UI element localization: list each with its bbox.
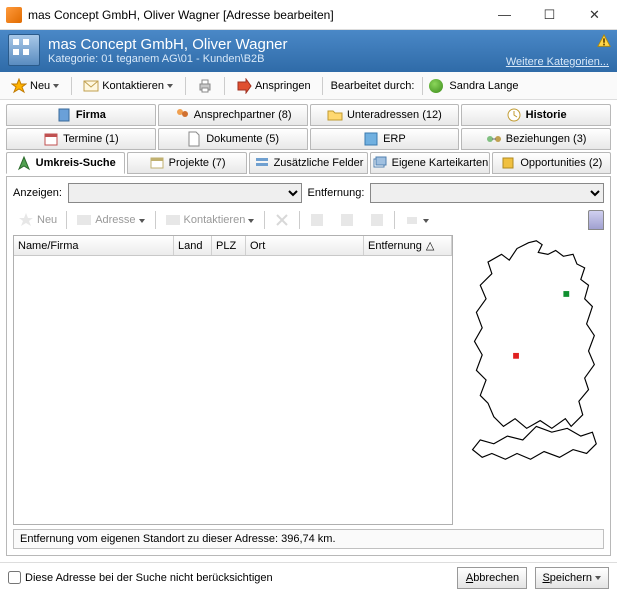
jump-button[interactable]: Anspringen (231, 75, 316, 97)
sub-action1-button[interactable] (304, 209, 330, 231)
maximize-button[interactable]: ☐ (527, 0, 572, 29)
clock-icon (506, 107, 522, 123)
contact-button[interactable]: Kontaktieren (78, 75, 179, 97)
tab-firma[interactable]: Firma (6, 104, 156, 126)
sub-print-button[interactable] (399, 209, 435, 231)
col-city[interactable]: Ort (246, 236, 364, 255)
sub-action3-button[interactable] (364, 209, 390, 231)
show-label: Anzeigen: (13, 187, 62, 199)
pin-handle[interactable] (588, 210, 604, 230)
star-icon (18, 212, 34, 228)
tab-documents[interactable]: Dokumente (5) (158, 128, 308, 150)
show-select[interactable] (68, 183, 302, 203)
col-distance[interactable]: Entfernung△ (364, 236, 452, 255)
cards-icon (372, 155, 388, 171)
distance-select[interactable] (370, 183, 604, 203)
results-table: Name/Firma Land PLZ Ort Entfernung△ (13, 235, 453, 525)
col-name[interactable]: Name/Firma (14, 236, 174, 255)
content-area: Firma Ansprechpartner (8) Unteradressen … (0, 100, 617, 562)
record-category: Kategorie: 01 teganem AG\01 - Kunden\B2B (48, 53, 288, 65)
exclude-checkbox-label[interactable]: Diese Adresse bei der Suche nicht berück… (8, 571, 273, 584)
fields-icon (254, 155, 270, 171)
main-toolbar: Neu Kontaktieren Anspringen Bearbeitet d… (0, 72, 617, 100)
tab-extra-fields[interactable]: Zusätzliche Felder (249, 152, 368, 174)
edited-by-user: Sandra Lange (449, 80, 518, 92)
tab-contacts[interactable]: Ansprechpartner (8) (158, 104, 308, 126)
relation-icon (486, 131, 502, 147)
record-header: mas Concept GmbH, Oliver Wagner Kategori… (0, 30, 617, 72)
col-country[interactable]: Land (174, 236, 212, 255)
titlebar: mas Concept GmbH, Oliver Wagner [Adresse… (0, 0, 617, 30)
arrow-right-icon (236, 78, 252, 94)
tab-relations[interactable]: Beziehungen (3) (461, 128, 611, 150)
building-icon (8, 34, 40, 66)
projects-icon (149, 155, 165, 171)
tab-row-3: Umkreis-Suche Projekte (7) Zusätzliche F… (6, 152, 611, 174)
tab-history[interactable]: Historie (461, 104, 611, 126)
tab-own-cards[interactable]: Eigene Karteikarten (370, 152, 489, 174)
close-button[interactable]: ✕ (572, 0, 617, 29)
map-marker-origin (513, 353, 519, 359)
star-icon (11, 78, 27, 94)
tab-radius-search[interactable]: Umkreis-Suche (6, 152, 125, 174)
radius-icon (16, 155, 32, 171)
sub-address-button[interactable]: Adresse (71, 209, 150, 231)
tab-row-1: Firma Ansprechpartner (8) Unteradressen … (6, 104, 611, 126)
envelope-icon (83, 78, 99, 94)
exclude-checkbox[interactable] (8, 571, 21, 584)
card-icon (76, 212, 92, 228)
tab-opportunities[interactable]: Opportunities (2) (492, 152, 611, 174)
radius-search-panel: Anzeigen: Entfernung: Neu Adresse Kontak… (6, 176, 611, 556)
contacts-icon (174, 107, 190, 123)
sub-new-button[interactable]: Neu (13, 209, 62, 231)
person-icon (429, 79, 443, 93)
envelope-icon (165, 212, 181, 228)
map-view[interactable] (459, 235, 604, 525)
company-icon (56, 107, 72, 123)
tab-row-2: Termine (1) Dokumente (5) ERP Beziehunge… (6, 128, 611, 150)
sort-asc-icon: △ (426, 239, 434, 252)
new-button[interactable]: Neu (6, 75, 65, 97)
opportunity-icon (500, 155, 516, 171)
sub-action2-button[interactable] (334, 209, 360, 231)
folder-icon (327, 107, 343, 123)
minimize-button[interactable]: — (482, 0, 527, 29)
delete-icon (274, 212, 290, 228)
edited-by-label: Bearbeitet durch: (329, 80, 417, 92)
col-zip[interactable]: PLZ (212, 236, 246, 255)
tab-projects[interactable]: Projekte (7) (127, 152, 246, 174)
document-icon (186, 131, 202, 147)
footer: Diese Adresse bei der Suche nicht berück… (0, 562, 617, 592)
map-marker-target (563, 291, 569, 297)
record-title: mas Concept GmbH, Oliver Wagner (48, 36, 288, 53)
sub-toolbar: Neu Adresse Kontaktieren (13, 207, 604, 233)
printer-icon (404, 212, 420, 228)
warning-icon (597, 34, 611, 48)
window-title: mas Concept GmbH, Oliver Wagner [Adresse… (28, 8, 482, 22)
sub-delete-button[interactable] (269, 209, 295, 231)
app-icon (6, 7, 22, 23)
erp-icon (363, 131, 379, 147)
save-button[interactable]: Speichern (535, 567, 609, 589)
printer-icon (197, 78, 213, 94)
sub-contact-button[interactable]: Kontaktieren (160, 209, 261, 231)
table-body (14, 256, 452, 524)
tab-subaddresses[interactable]: Unteradressen (12) (310, 104, 460, 126)
cancel-button[interactable]: Abbrechen (457, 567, 527, 589)
print-button[interactable] (192, 75, 218, 97)
more-categories-link[interactable]: Weitere Kategorien... (506, 56, 609, 68)
table-header: Name/Firma Land PLZ Ort Entfernung△ (14, 236, 452, 256)
distance-status: Entfernung vom eigenen Standort zu diese… (13, 529, 604, 549)
calendar-icon (43, 131, 59, 147)
distance-label: Entfernung: (308, 187, 365, 199)
tab-appointments[interactable]: Termine (1) (6, 128, 156, 150)
tab-erp[interactable]: ERP (310, 128, 460, 150)
